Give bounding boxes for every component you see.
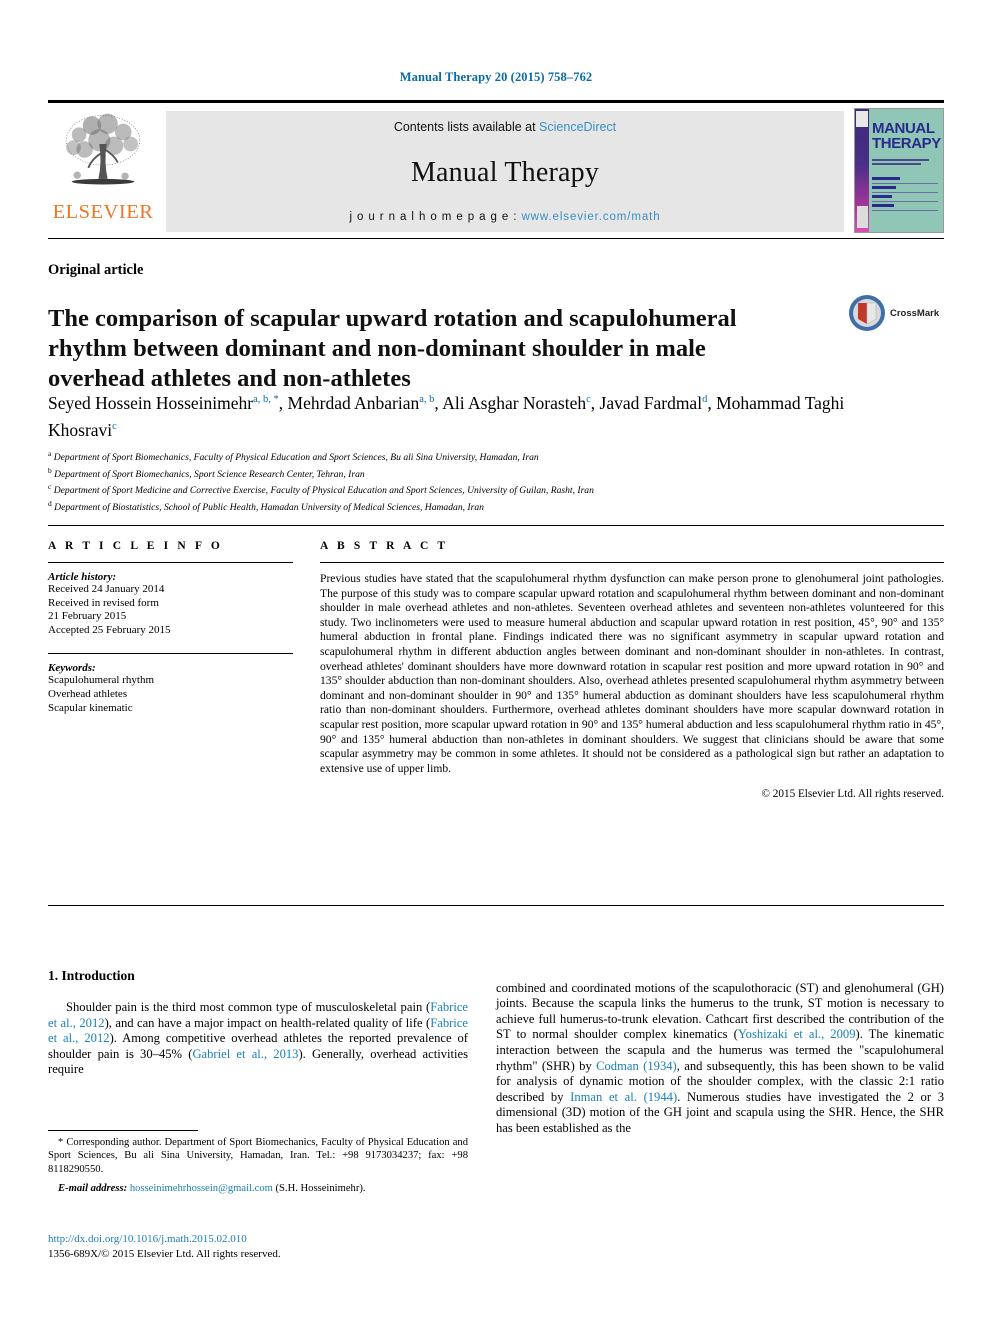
crossmark-icon [849, 295, 885, 331]
affiliation-text: Department of Sport Biomechanics, Facult… [53, 452, 539, 464]
keywords-label: Keywords: [48, 662, 96, 675]
doi-footer: http://dx.doi.org/10.1016/j.math.2015.02… [48, 1232, 468, 1261]
footnote-rule [48, 1130, 198, 1131]
page-title: The comparison of scapular upward rotati… [48, 305, 737, 393]
cover-toc-lines [872, 175, 938, 211]
author-name: Javad Fardmal [599, 392, 703, 413]
affiliation-item: b Department of Sport Biomechanics, Spor… [48, 465, 928, 482]
journal-title: Manual Therapy [410, 156, 600, 188]
article-history-line: Received 24 January 2014 [48, 583, 165, 595]
article-info-heading: A R T I C L E I N F O [48, 540, 223, 552]
email-link[interactable]: hosseinimehrhossein@gmail.com [130, 1183, 273, 1194]
crossmark-label: CrossMark [890, 307, 940, 319]
journal-cover-thumbnail: MANUAL THERAPY [854, 108, 944, 233]
affiliation-item: d Department of Biostatistics, School of… [48, 498, 928, 515]
corresponding-author-line: * Corresponding author. Department of Sp… [48, 1136, 468, 1176]
doi-link[interactable]: http://dx.doi.org/10.1016/j.math.2015.02… [48, 1232, 468, 1247]
journal-homepage-link[interactable]: www.elsevier.com/math [521, 211, 660, 223]
article-info-section: A R T I C L E I N F O Article history: R… [48, 540, 293, 715]
email-line: E-mail address: hosseinimehrhossein@gmai… [48, 1182, 468, 1195]
contents-prefix: Contents lists available at [393, 120, 540, 134]
citation-link[interactable]: Codman (1934) [596, 1059, 677, 1073]
crossmark-badge[interactable]: CrossMark [848, 288, 948, 338]
email-owner: (S.H. Hosseinimehr). [275, 1183, 366, 1195]
keyword-item: Scapulohumeral rhythm [48, 674, 155, 687]
cover-footer-block [857, 206, 868, 228]
introduction-paragraph-right: combined and coordinated motions of the … [496, 981, 944, 1137]
affiliation-marker: d [48, 498, 52, 508]
affiliation-marker: a [48, 449, 52, 458]
author-affil-marker[interactable]: c [586, 394, 591, 405]
abstract-divider [320, 562, 944, 563]
abstract-section: A B S T R A C T Previous studies have st… [320, 540, 944, 800]
info-block-top-rule [48, 525, 944, 526]
journal-homepage-line: j o u r n a l h o m e p a g e : www.else… [349, 211, 660, 223]
corresponding-text: Corresponding author. Department of Spor… [48, 1137, 468, 1175]
sciencedirect-banner: Contents lists available at ScienceDirec… [166, 111, 844, 232]
running-head: Manual Therapy 20 (2015) 758–762 [399, 70, 593, 84]
affiliation-text: Department of Sport Biomechanics, Sport … [54, 468, 365, 480]
author-affil-marker[interactable]: c [112, 421, 117, 432]
intro-text-fragment: Shoulder pain is the third most common t… [66, 1000, 431, 1014]
elsevier-wordmark: ELSEVIER [52, 201, 154, 223]
author-name: Mehrdad Anbarian [287, 392, 420, 413]
cover-title-line2: THERAPY [872, 135, 941, 152]
cover-title: MANUAL THERAPY [872, 121, 941, 152]
article-history-line: Received in revised form [48, 596, 159, 609]
elsevier-tree-icon [65, 113, 141, 185]
issn-copyright-line: 1356-689X/© 2015 Elsevier Ltd. All right… [48, 1247, 281, 1260]
citation-link[interactable]: Yoshizaki et al., 2009 [738, 1027, 856, 1041]
email-label: E-mail address: [58, 1183, 128, 1195]
introduction-right-column: combined and coordinated motions of the … [496, 968, 944, 1149]
author-list: Seyed Hossein Hosseinimehra, b, *, Mehrd… [48, 392, 845, 440]
abstract-text: Previous studies have stated that the sc… [320, 572, 944, 775]
keywords-divider [48, 653, 293, 655]
intro-text-fragment: ), and can have a major impact on health… [104, 1015, 431, 1030]
introduction-paragraph-left: Shoulder pain is the third most common t… [48, 1000, 468, 1078]
contents-available-line: Contents lists available at ScienceDirec… [394, 120, 616, 134]
author-affil-marker[interactable]: a, b, * [253, 394, 279, 405]
article-history-label: Article history: [48, 571, 117, 583]
cover-subtitle-lines [872, 159, 938, 168]
article-history-line: Accepted 25 February 2015 [48, 623, 171, 636]
article-info-divider [48, 562, 293, 563]
info-block-bottom-rule [48, 905, 944, 906]
sciencedirect-link[interactable]: ScienceDirect [539, 120, 616, 134]
affiliation-marker: c [48, 482, 52, 492]
citation-link[interactable]: Inman et al. (1944) [570, 1090, 677, 1104]
author-name: Seyed Hossein Hosseinimehr [48, 392, 254, 413]
author-affil-marker[interactable]: a, b [419, 394, 434, 405]
elsevier-logo: ELSEVIER [48, 103, 158, 238]
citation-link[interactable]: Gabriel et al., 2013 [192, 1047, 298, 1061]
homepage-prefix: j o u r n a l h o m e p a g e : [349, 211, 522, 223]
article-type-label: Original article [48, 262, 144, 278]
journal-masthead: ELSEVIER Contents lists available at Sci… [48, 100, 944, 238]
cover-spine-top [856, 111, 868, 127]
abstract-copyright: © 2015 Elsevier Ltd. All rights reserved… [761, 788, 945, 801]
section-heading-introduction: 1. Introduction [48, 968, 135, 983]
affiliation-item: a Department of Sport Biomechanics, Facu… [48, 448, 928, 465]
author-affil-marker[interactable]: d [702, 394, 707, 405]
affiliation-marker: b [48, 465, 52, 475]
affiliation-text: Department of Biostatistics, School of P… [54, 501, 484, 513]
corresponding-author-footnote: * Corresponding author. Department of Sp… [48, 1136, 468, 1196]
author-name: Ali Asghar Norasteh [442, 392, 587, 413]
introduction-left-column: 1. Introduction Shoulder pain is the thi… [48, 968, 468, 1091]
abstract-heading: A B S T R A C T [320, 540, 449, 552]
affiliation-item: c Department of Sport Medicine and Corre… [48, 481, 928, 498]
keyword-item: Scapular kinematic [48, 701, 133, 714]
affiliation-text: Department of Sport Medicine and Correct… [53, 485, 594, 497]
article-history-line: 21 February 2015 [48, 610, 127, 623]
masthead-bottom-rule [48, 238, 944, 239]
paper-page: Manual Therapy 20 (2015) 758–762 ELSEVIE… [0, 0, 992, 1323]
affiliation-list: a Department of Sport Biomechanics, Facu… [48, 448, 928, 514]
keyword-item: Overhead athletes [48, 687, 128, 700]
